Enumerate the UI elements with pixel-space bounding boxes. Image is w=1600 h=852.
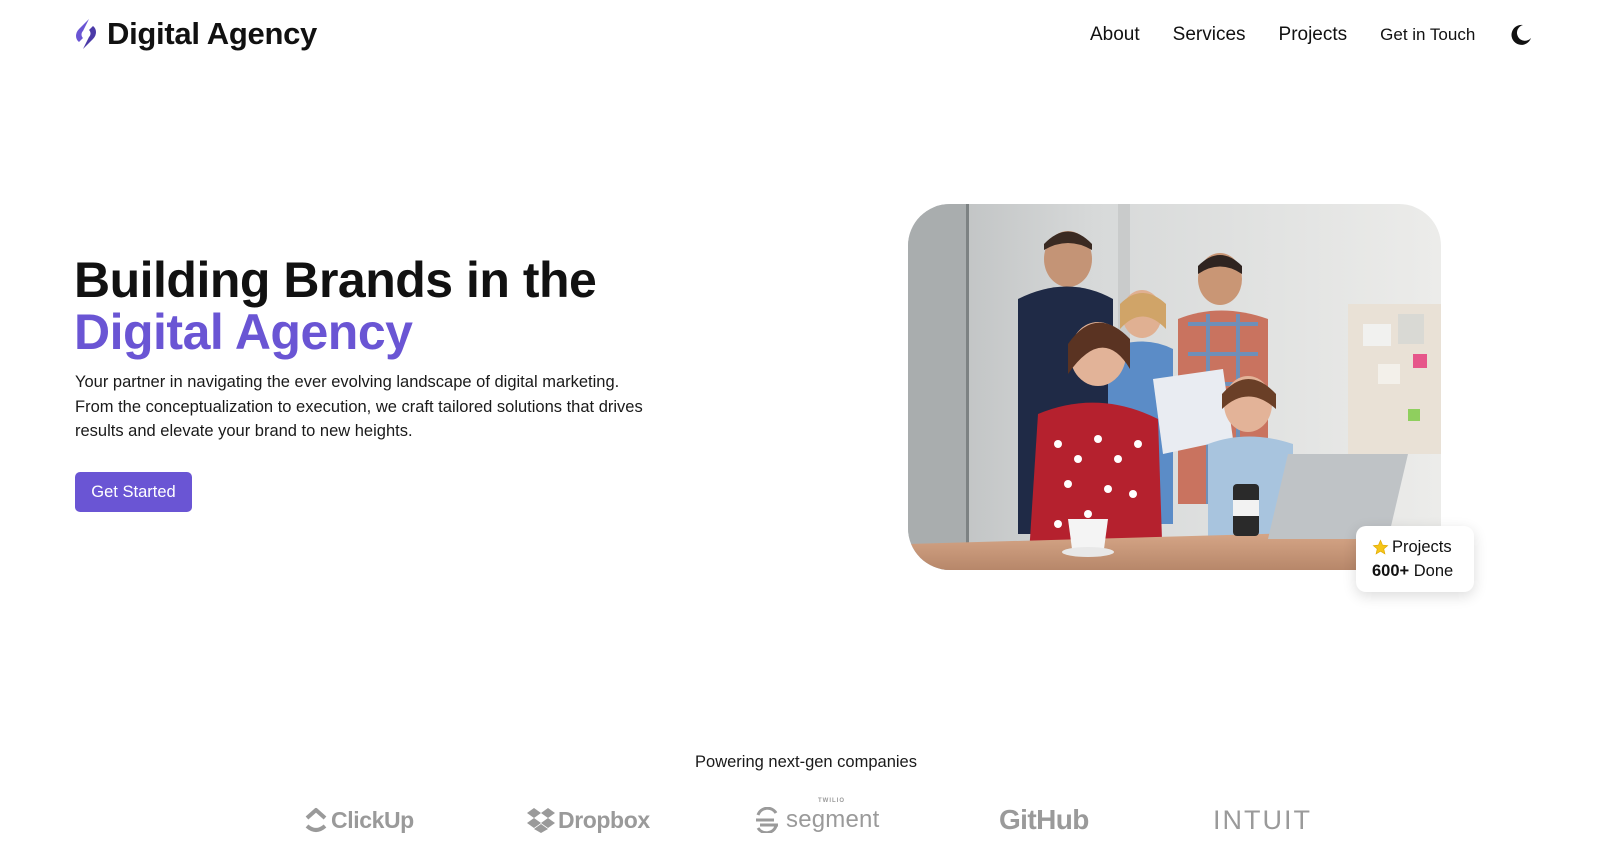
partner-logos: ClickUp Dropbox TWILIO segment GitHub IN… — [0, 798, 1600, 840]
get-started-button[interactable]: Get Started — [75, 472, 192, 512]
hero-description: Your partner in navigating the ever evol… — [75, 373, 643, 440]
partners-caption: Powering next-gen companies — [695, 753, 917, 771]
intuit-logo-text: INTUIT — [1213, 805, 1312, 835]
hero-title-accent: Digital Agency — [74, 304, 413, 360]
clickup-logo: ClickUp — [304, 800, 414, 840]
intuit-logo: INTUIT — [1213, 800, 1312, 840]
hero-title: Building Brands in the Digital Agency — [74, 252, 597, 360]
star-icon — [1372, 539, 1389, 555]
dropbox-logo: Dropbox — [526, 800, 650, 840]
brand-name: Digital Agency — [107, 16, 317, 51]
segment-logo-small: TWILIO — [818, 798, 845, 804]
stat-value: 600+ — [1372, 562, 1410, 580]
github-logo-text: GitHub — [999, 804, 1089, 835]
stat-label: Projects — [1392, 538, 1452, 556]
nav-services[interactable]: Services — [1173, 20, 1246, 50]
brand-logo-icon — [76, 19, 96, 49]
projects-stat-card: Projects 600+ Done — [1356, 526, 1474, 592]
stat-suffix: Done — [1413, 562, 1454, 580]
nav-get-in-touch[interactable]: Get in Touch — [1380, 20, 1475, 50]
dropbox-logo-text: Dropbox — [558, 807, 650, 833]
site-header: Digital Agency About Services Projects G… — [0, 0, 1600, 70]
github-logo: GitHub — [999, 800, 1089, 840]
hero-title-line1: Building Brands in the — [74, 252, 597, 308]
nav-about[interactable]: About — [1090, 20, 1140, 50]
clickup-logo-text: ClickUp — [331, 807, 414, 833]
brand-link[interactable]: Digital Agency — [74, 16, 317, 52]
moon-icon[interactable] — [1509, 23, 1533, 47]
segment-logo-text: segment — [786, 806, 880, 833]
main-nav: About Services Projects Get in Touch — [1090, 20, 1533, 50]
segment-logo: TWILIO segment — [754, 798, 880, 840]
nav-projects[interactable]: Projects — [1279, 20, 1348, 50]
team-meeting-photo — [908, 204, 1441, 570]
